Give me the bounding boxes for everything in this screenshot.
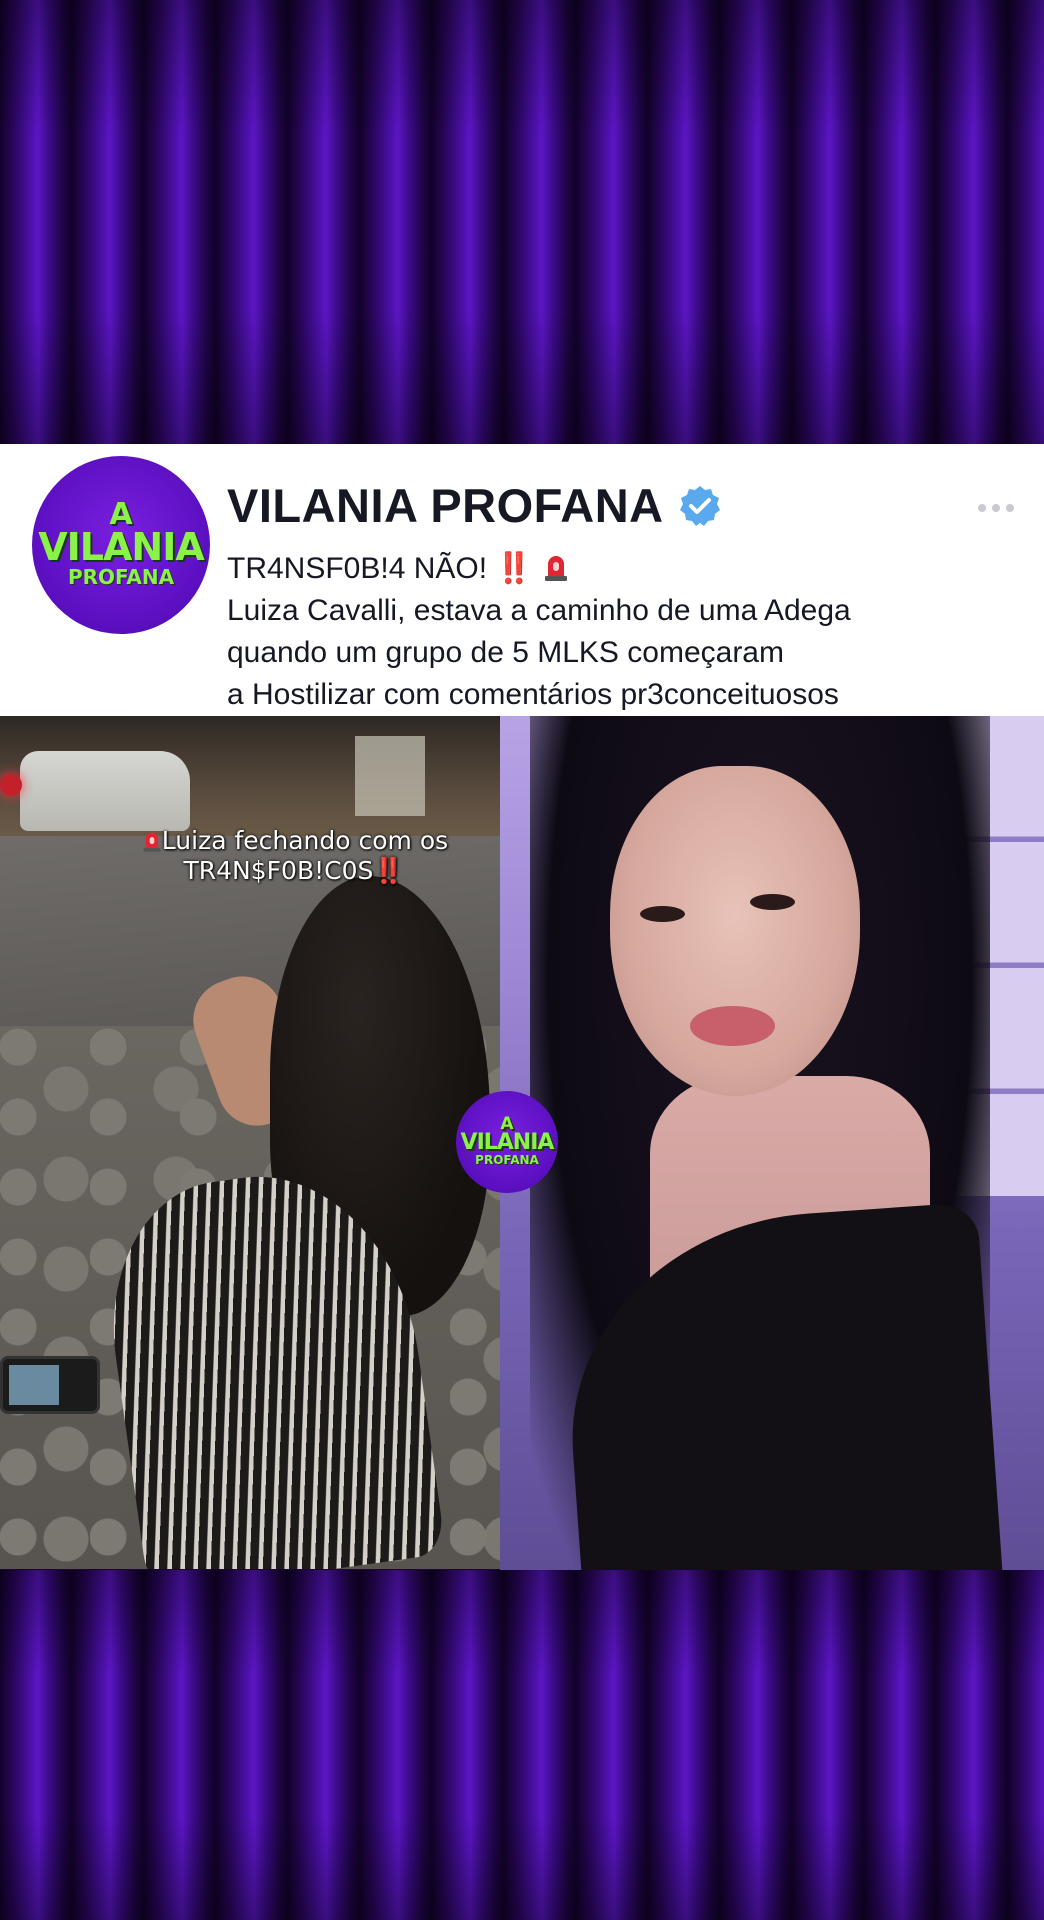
more-dot: [992, 504, 1000, 512]
overlay-line-1: Luiza fechando com os: [0, 826, 594, 856]
parked-car: [20, 751, 190, 831]
post-caption: TR4NSF0B!4 NÃO! ‼️ Luiza Cavalli, estava…: [227, 548, 1027, 716]
more-options-icon[interactable]: [978, 504, 1014, 512]
double-exclamation-icon: ‼️: [373, 856, 405, 885]
logo-text-main: VILANIA: [38, 525, 205, 569]
watermark-text-main: VILANIA: [460, 1130, 555, 1155]
post-header: A VILANIA PROFANA VILANIA PROFANA TR4NSF…: [0, 444, 1044, 716]
curtain-background-top: [0, 0, 1044, 444]
verified-badge-icon: [680, 486, 720, 526]
more-dot: [978, 504, 986, 512]
portrait-face: [610, 766, 860, 1096]
tail-light: [0, 774, 22, 796]
overlay-text-2: TR4N$F0B!C0S: [183, 856, 374, 885]
more-dot: [1006, 504, 1014, 512]
portrait-eye: [750, 894, 795, 910]
caption-line: a Hostilizar com comentários pr3conceitu…: [227, 678, 839, 711]
video-overlay-caption: Luiza fechando com os TR4N$F0B!C0S‼️: [0, 826, 594, 886]
caption-headline: TR4NSF0B!4 NÃO!: [227, 552, 488, 585]
watermark-text-sub: PROFANA: [475, 1153, 539, 1167]
window: [355, 736, 425, 816]
caption-line: Luiza Cavalli, estava a caminho de uma A…: [227, 594, 851, 627]
watermark-logo: A VILANIA PROFANA: [456, 1091, 558, 1193]
account-name[interactable]: VILANIA PROFANA: [227, 478, 664, 533]
portrait-eye: [640, 906, 685, 922]
overlay-text-1: Luiza fechando com os: [161, 826, 449, 855]
portrait-lips: [690, 1006, 775, 1046]
phone-in-hand: [0, 1356, 100, 1414]
siren-icon: [545, 556, 568, 581]
avatar[interactable]: A VILANIA PROFANA: [32, 456, 210, 634]
siren-icon: [143, 832, 161, 852]
logo-text-sub: PROFANA: [67, 565, 175, 589]
caption-line: quando um grupo de 5 MLKS começaram: [227, 636, 784, 669]
curtain-background-bottom: [0, 1570, 1044, 1920]
caption-headline-line: TR4NSF0B!4 NÃO! ‼️: [227, 548, 1027, 590]
double-exclamation-icon: ‼️: [495, 552, 533, 585]
overlay-line-2: TR4N$F0B!C0S‼️: [0, 856, 594, 886]
